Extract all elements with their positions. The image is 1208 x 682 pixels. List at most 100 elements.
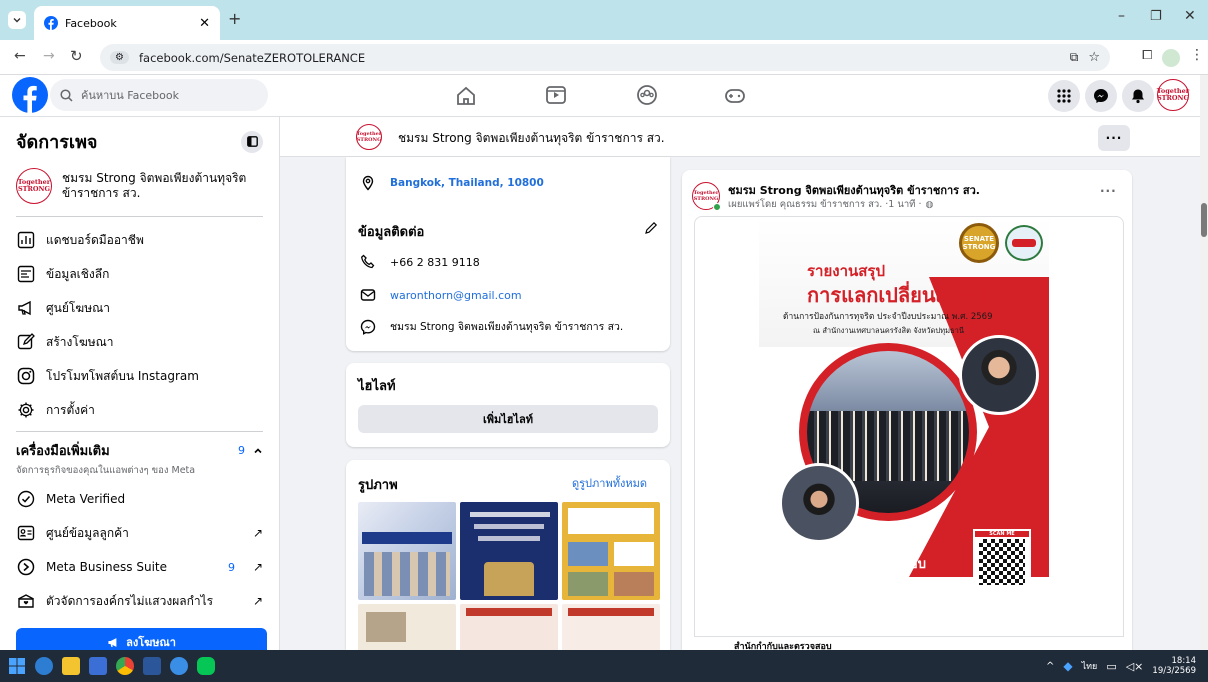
page-scrollbar[interactable] (1200, 75, 1208, 650)
see-all-photos-link[interactable]: ดูรูปภาพทั้งหมด (572, 474, 647, 492)
tool-label: Meta Verified (46, 492, 126, 506)
team-photo (779, 463, 859, 543)
sidebar-item-instagram[interactable]: โปรโมทโพสต์บน Instagram (0, 359, 279, 393)
install-app-icon[interactable]: ⧉ (1070, 50, 1079, 65)
tab-close-icon[interactable]: ✕ (199, 16, 210, 31)
minimize-icon[interactable]: – (1118, 8, 1125, 24)
reload-icon[interactable]: ↻ (70, 47, 83, 65)
tray-chevron-icon[interactable]: ^ (1046, 661, 1054, 672)
gaming-icon[interactable] (724, 85, 746, 107)
email-link[interactable]: waronthorn@gmail.com (390, 289, 522, 302)
external-link-icon: ↗ (252, 526, 263, 540)
sidebar-item-ad-center[interactable]: ศูนย์โฆษณา (0, 291, 279, 325)
tool-item-nonprofit[interactable]: ตัวจัดการองค์กรไม่แสวงผลกำไร ↗ (0, 584, 279, 618)
messenger-button[interactable] (1085, 80, 1117, 112)
messenger-name[interactable]: ชมรม Strong จิตพอเพียงต้านทุจริต ข้าราชก… (390, 318, 623, 335)
browser-menu-icon[interactable]: ⋮ (1190, 47, 1204, 63)
tools-subtitle: จัดการธุรกิจของคุณในแอพต่างๆ ของ Meta (16, 465, 196, 476)
tools-title: เครื่องมือเพิ่มเติม (16, 444, 110, 459)
browser-tab-bar: Facebook ✕ + – ❐ ✕ (0, 0, 1208, 40)
add-highlight-button[interactable]: เพิ่มไฮไลท์ (358, 405, 658, 433)
manage-page-sidebar: จัดการเพจ Together STRONG ชมรม Strong จิต… (0, 117, 280, 650)
more-options-button[interactable]: ··· (1098, 125, 1130, 151)
photo-thumbnail[interactable] (358, 604, 456, 650)
new-tab-icon[interactable]: + (228, 9, 241, 28)
windows-start-icon[interactable] (8, 657, 26, 675)
clock-date: 19/3/2569 (1152, 666, 1196, 676)
profile-avatar[interactable] (1162, 49, 1180, 67)
email-row: waronthorn@gmail.com (360, 287, 522, 303)
account-avatar[interactable]: Together STRONG (1157, 79, 1189, 111)
chrome-icon[interactable] (116, 657, 134, 675)
page-header-bar: Together STRONG ชมรม Strong จิตพอเพียงต้า… (280, 117, 1200, 157)
bookmark-star-icon[interactable]: ☆ (1088, 50, 1100, 65)
line-icon[interactable] (197, 657, 215, 675)
browser-tab[interactable]: Facebook ✕ (34, 6, 220, 40)
tab-search-button[interactable] (8, 11, 26, 29)
address-toolbar: ← → ↻ ⚙ facebook.com/SenateZEROTOLERANCE… (0, 40, 1208, 75)
post-options-icon[interactable]: ··· (1100, 184, 1117, 198)
facebook-logo-icon[interactable] (12, 77, 48, 113)
tools-section-header[interactable]: เครื่องมือเพิ่มเติม 9 (0, 438, 279, 461)
phone-row: +66 2 831 9118 (360, 254, 480, 270)
volume-icon[interactable]: ◁× (1126, 660, 1144, 673)
network-icon[interactable]: ◆ (1063, 659, 1072, 673)
restore-icon[interactable]: ❐ (1150, 9, 1162, 24)
sidebar-item-settings[interactable]: การตั้งค่า (0, 393, 279, 427)
external-link-icon: ↗ (252, 594, 263, 608)
video-icon[interactable] (545, 84, 567, 106)
photo-thumbnail[interactable] (562, 502, 660, 600)
extensions-icon[interactable]: ⧠ (1142, 48, 1152, 63)
word-icon[interactable] (143, 657, 161, 675)
pencil-icon (17, 333, 35, 350)
display-icon[interactable]: ▭ (1106, 660, 1116, 673)
edge-icon[interactable] (35, 657, 53, 675)
app-icon[interactable] (170, 657, 188, 675)
back-icon[interactable]: ← (14, 48, 26, 64)
photo-thumbnail[interactable] (460, 604, 558, 650)
notifications-button[interactable] (1122, 80, 1154, 112)
sidebar-item-create-ad[interactable]: สร้างโฆษณา (0, 325, 279, 359)
facebook-search[interactable]: ค้นหาบน Facebook (50, 79, 268, 111)
close-window-icon[interactable]: ✕ (1184, 8, 1196, 24)
search-icon (60, 88, 73, 102)
menu-button[interactable] (1048, 80, 1080, 112)
tool-item-customer-data[interactable]: ศูนย์ข้อมูลลูกค้า ↗ (0, 516, 279, 550)
photo-thumbnail[interactable] (562, 604, 660, 650)
sidebar-item-insights[interactable]: ข้อมูลเชิงลึก (0, 257, 279, 291)
location-row: Bangkok, Thailand, 10800 (360, 175, 544, 191)
chevron-down-icon (13, 18, 21, 23)
tool-label: ศูนย์ข้อมูลลูกค้า (46, 525, 129, 540)
phone-number[interactable]: +66 2 831 9118 (390, 256, 480, 269)
scrollbar-thumb[interactable] (1201, 203, 1207, 237)
highlights-title: ไฮไลท์ (358, 379, 396, 394)
document-app-icon[interactable] (89, 657, 107, 675)
address-bar[interactable]: ⚙ facebook.com/SenateZEROTOLERANCE ⧉ ☆ (100, 44, 1110, 71)
tool-badge: 9 (227, 560, 235, 574)
next-post-preview: สำนักกำกับและตรวจสอบ (694, 636, 1124, 650)
globe-icon: ◍ (925, 199, 934, 210)
site-info-icon[interactable]: ⚙ (110, 51, 129, 64)
gear-icon (18, 402, 34, 418)
page-switcher[interactable]: Together STRONG ชมรม Strong จิตพอเพียงต้า… (0, 156, 279, 210)
header-page-avatar[interactable]: Together STRONG (356, 124, 382, 150)
home-icon[interactable] (455, 85, 477, 107)
clock[interactable]: 18:14 19/3/2569 (1152, 656, 1196, 676)
create-ad-button[interactable]: ลงโฆษณา (16, 628, 267, 650)
input-language[interactable]: ไทย (1082, 659, 1098, 673)
megaphone-icon (18, 300, 31, 316)
sidebar-item-dashboard[interactable]: แดชบอร์ดมืออาชีพ (0, 223, 279, 257)
report-poster-image[interactable]: SENATE STRONG รายงานสรุป การแลกเปลี่ยนเรี… (759, 217, 1049, 635)
collapse-sidebar-button[interactable] (241, 130, 263, 153)
windows-taskbar: ^ ◆ ไทย ▭ ◁× 18:14 19/3/2569 (0, 650, 1208, 682)
highlights-card: ไฮไลท์ เพิ่มไฮไลท์ (346, 363, 670, 447)
photo-thumbnail[interactable] (358, 502, 456, 600)
file-explorer-icon[interactable] (62, 657, 80, 675)
groups-icon[interactable] (636, 84, 658, 106)
forward-icon[interactable]: → (43, 48, 55, 64)
location-link[interactable]: Bangkok, Thailand, 10800 (390, 177, 544, 189)
tool-item-meta-verified[interactable]: Meta Verified (0, 482, 279, 516)
edit-pencil-icon[interactable] (644, 221, 658, 235)
tool-item-business-suite[interactable]: Meta Business Suite 9 ↗ (0, 550, 279, 584)
photo-thumbnail[interactable] (460, 502, 558, 600)
